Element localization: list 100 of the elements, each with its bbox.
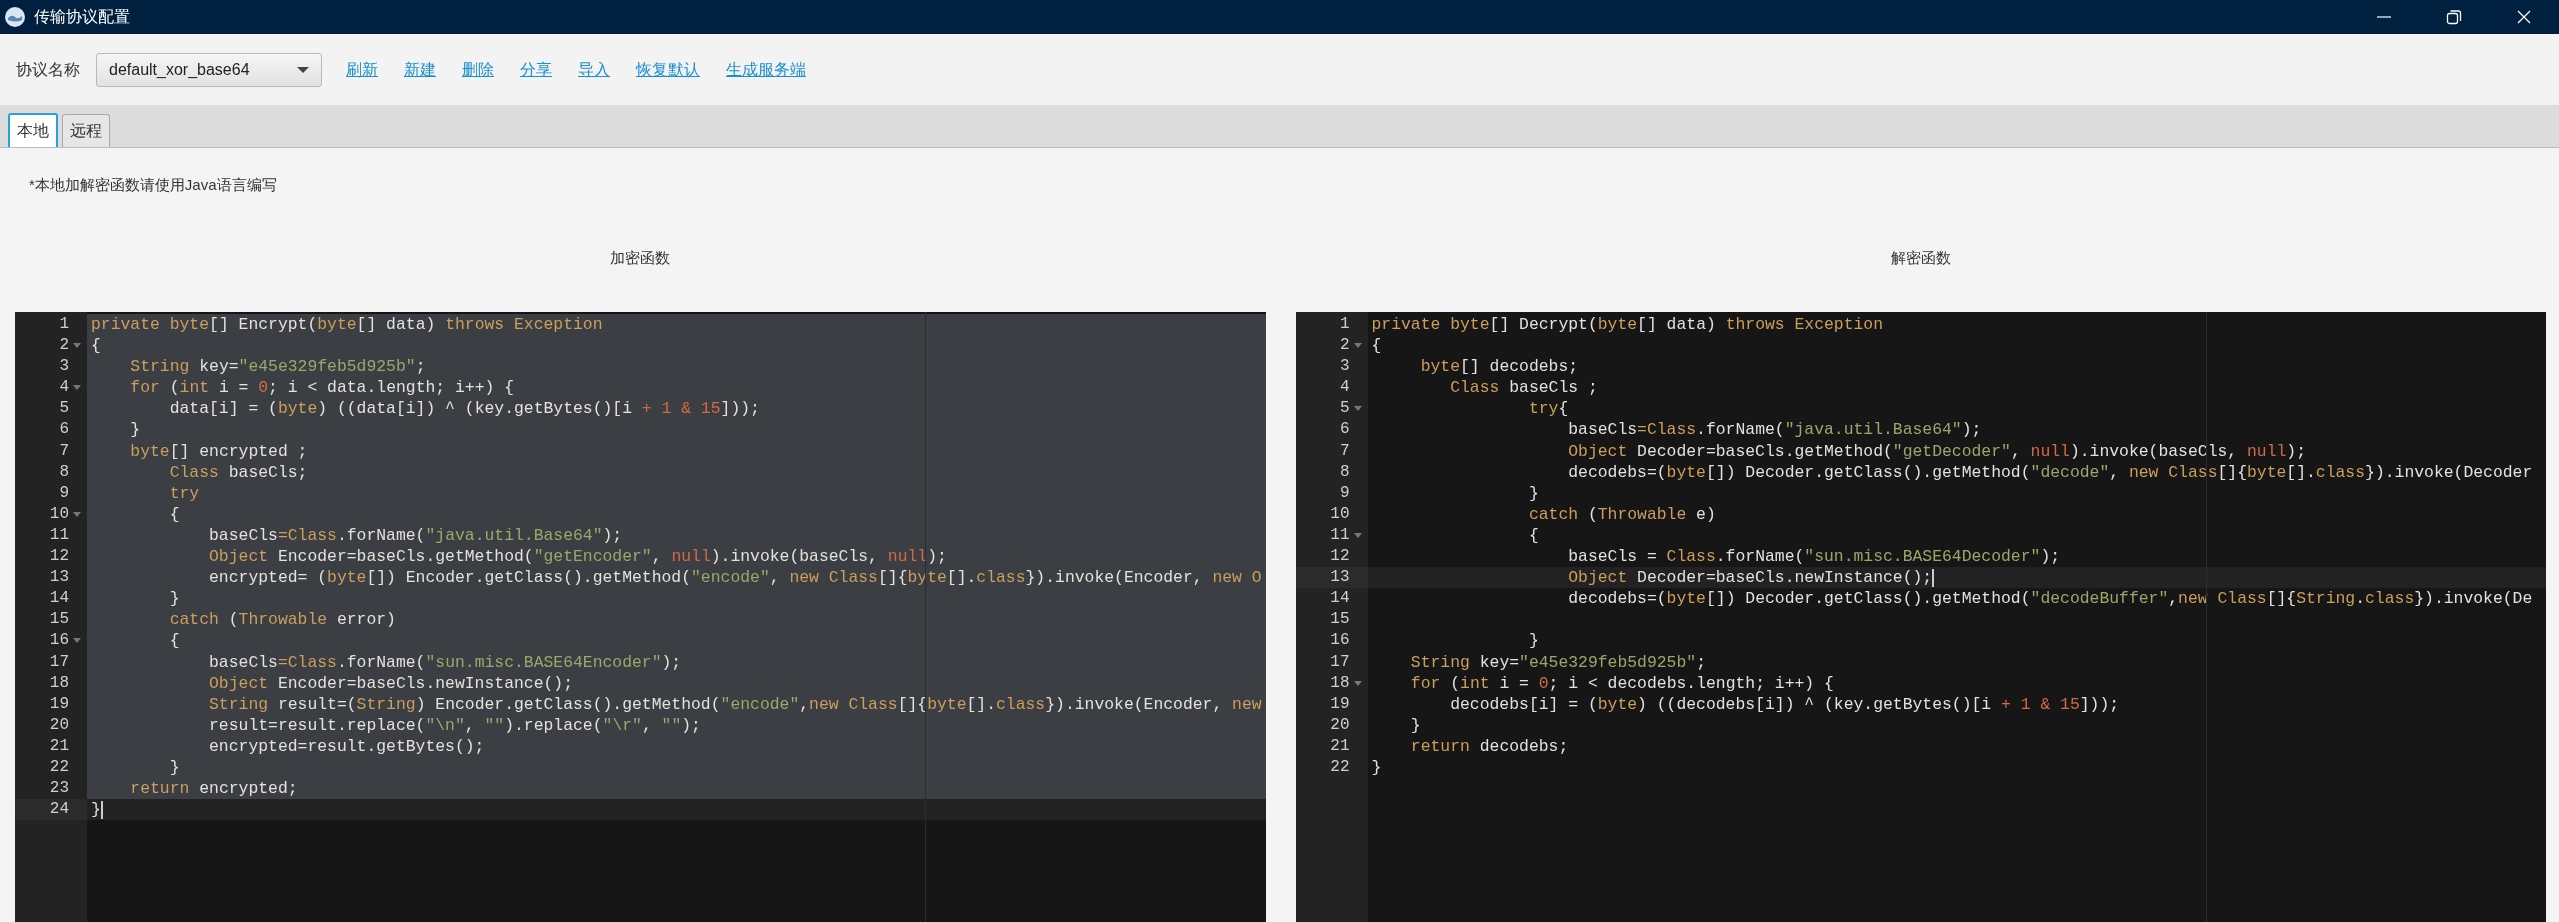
line-number: 15 — [1330, 609, 1350, 631]
code-line: Class baseCls ; — [1449, 377, 1598, 399]
line-number: 5 — [59, 398, 69, 420]
line-number: 5 — [1339, 398, 1350, 420]
code-line: for (int i = 0; i < decodebs.length; i++) { — [1409, 672, 1834, 694]
line-number: 4 — [59, 377, 69, 399]
code-line: return encrypted; — [129, 778, 298, 800]
line-number: 13 — [49, 567, 69, 589]
code-line: baseCls = Class.forName("sun.misc.BASE64Decoder"); — [1567, 546, 2061, 568]
line-number: 8 — [59, 461, 69, 483]
line-number: 22 — [49, 756, 69, 778]
toolbar-link[interactable]: 新建 — [404, 57, 436, 82]
code-line: } — [1527, 482, 1539, 504]
code-line: } — [129, 419, 141, 441]
line-number: 23 — [49, 778, 69, 800]
line-number: 16 — [49, 630, 69, 652]
code-line: } — [91, 799, 101, 821]
note-text: *本地加解密函数请使用Java语言编写 — [29, 176, 277, 193]
fold-icon[interactable] — [1353, 680, 1362, 686]
toolbar-link[interactable]: 刷新 — [346, 57, 378, 82]
code-line: { — [168, 503, 180, 525]
close-icon — [2516, 9, 2532, 25]
line-number: 6 — [1339, 419, 1350, 441]
code-line: baseCls=Class.forName("java.util.Base64"); — [1567, 419, 1982, 441]
line-number: 3 — [1339, 356, 1350, 378]
code-line: catch (Throwable error) — [168, 609, 396, 631]
line-number: 18 — [1330, 672, 1350, 694]
fold-icon[interactable] — [1353, 533, 1362, 538]
fold-icon[interactable] — [73, 511, 81, 517]
restore-icon — [2446, 9, 2462, 25]
line-number: 6 — [59, 419, 69, 441]
code-line: baseCls=Class.forName("java.util.Base64"); — [208, 524, 623, 547]
line-number: 4 — [1339, 377, 1350, 399]
line-number: 1 — [1339, 314, 1350, 335]
line-number: 17 — [49, 651, 69, 673]
code-line: { — [91, 335, 101, 357]
code-line: data[i] = (byte) ((data[i]) ^ (key.getBytes()[i + 1 & 15])); — [168, 398, 760, 420]
fold-icon[interactable] — [1353, 343, 1362, 349]
toolbar-link[interactable]: 恢复默认 — [636, 57, 700, 82]
tab[interactable]: 本地 — [8, 113, 58, 147]
code-line: } — [168, 588, 180, 610]
line-number: 10 — [1330, 503, 1350, 525]
protocol-label: 协议名称 — [16, 59, 80, 80]
line-number: 12 — [1330, 546, 1350, 568]
line-number: 24 — [49, 799, 69, 821]
protocol-dropdown[interactable]: default_xor_base64 — [96, 52, 322, 87]
code-line: } — [1409, 714, 1421, 736]
toolbar-link[interactable]: 导入 — [578, 57, 610, 82]
code-line: private byte[] Decrypt(byte[] data) throws Exception — [1371, 314, 1884, 336]
code-line: for (int i = 0; i < data.length; i++) { — [129, 377, 514, 399]
code-line: catch (Throwable e) — [1527, 503, 1716, 525]
toolbar-link[interactable]: 删除 — [462, 57, 494, 82]
code-line: } — [1371, 756, 1382, 779]
code-line: baseCls=Class.forName("sun.misc.BASE64Encoder"); — [208, 651, 682, 673]
line-number: 1 — [59, 314, 69, 335]
code-line: { — [1527, 524, 1539, 547]
toolbar-link[interactable]: 分享 — [520, 57, 552, 82]
code-line: Object Decoder=baseCls.getMethod("getDecoder", null).invoke(baseCls, null); — [1567, 440, 2307, 462]
toolbar-link[interactable]: 生成服务端 — [726, 57, 806, 82]
code-line: } — [168, 756, 180, 779]
line-number: 14 — [49, 588, 69, 610]
code-line: try{ — [1527, 398, 1569, 420]
line-number: 20 — [49, 714, 69, 736]
fold-icon[interactable] — [73, 343, 81, 349]
fold-icon[interactable] — [73, 385, 81, 391]
code-line: encrypted= (byte[]) Encoder.getClass().getMethod("encode", new Class[]{byte[].class}).invoke(Encoder, new O — [208, 567, 1262, 589]
text-cursor — [100, 800, 103, 819]
line-number: 18 — [49, 672, 69, 694]
code-line: String result=(String) Encoder.getClass().getMethod("encode",new Class[]{byte[].class}).invoke(Encoder, new — [208, 693, 1262, 715]
code-line: Object Encoder=baseCls.newInstance(); — [208, 672, 573, 694]
line-number: 13 — [1330, 567, 1350, 589]
line-number: 3 — [59, 356, 69, 378]
app-icon — [4, 6, 26, 28]
line-number: 19 — [49, 693, 69, 715]
line-number: 22 — [1330, 756, 1350, 778]
line-number: 9 — [1339, 482, 1350, 504]
line-number: 2 — [59, 335, 69, 357]
code-line: String key="e45e329feb5d925b"; — [1409, 651, 1706, 673]
line-number: 11 — [49, 524, 69, 546]
line-number: 16 — [1330, 630, 1350, 652]
line-number: 19 — [1330, 693, 1350, 715]
fold-icon[interactable] — [1353, 406, 1362, 412]
fold-icon[interactable] — [73, 638, 81, 644]
minimize-icon — [2377, 16, 2391, 18]
line-number: 9 — [59, 482, 69, 504]
code-line: decodebs[i] = (byte) ((decodebs[i]) ^ (key.getBytes()[i + 1 & 15])); — [1449, 693, 2120, 715]
code-line: Class baseCls; — [168, 461, 308, 483]
line-number: 12 — [49, 546, 69, 568]
editor-heading: 解密函数 — [1890, 248, 1951, 269]
tab[interactable]: 远程 — [62, 114, 110, 147]
line-number: 8 — [1339, 461, 1350, 483]
code-line: { — [168, 630, 180, 652]
code-line: private byte[] Encrypt(byte[] data) throws Exception — [91, 314, 603, 336]
line-number: 15 — [49, 609, 69, 631]
text-cursor — [1932, 568, 1935, 587]
editor-heading: 加密函数 — [610, 248, 671, 269]
line-number: 17 — [1330, 651, 1350, 673]
line-number: 14 — [1330, 588, 1350, 610]
line-number: 7 — [59, 440, 69, 462]
caret-icon — [297, 66, 309, 73]
